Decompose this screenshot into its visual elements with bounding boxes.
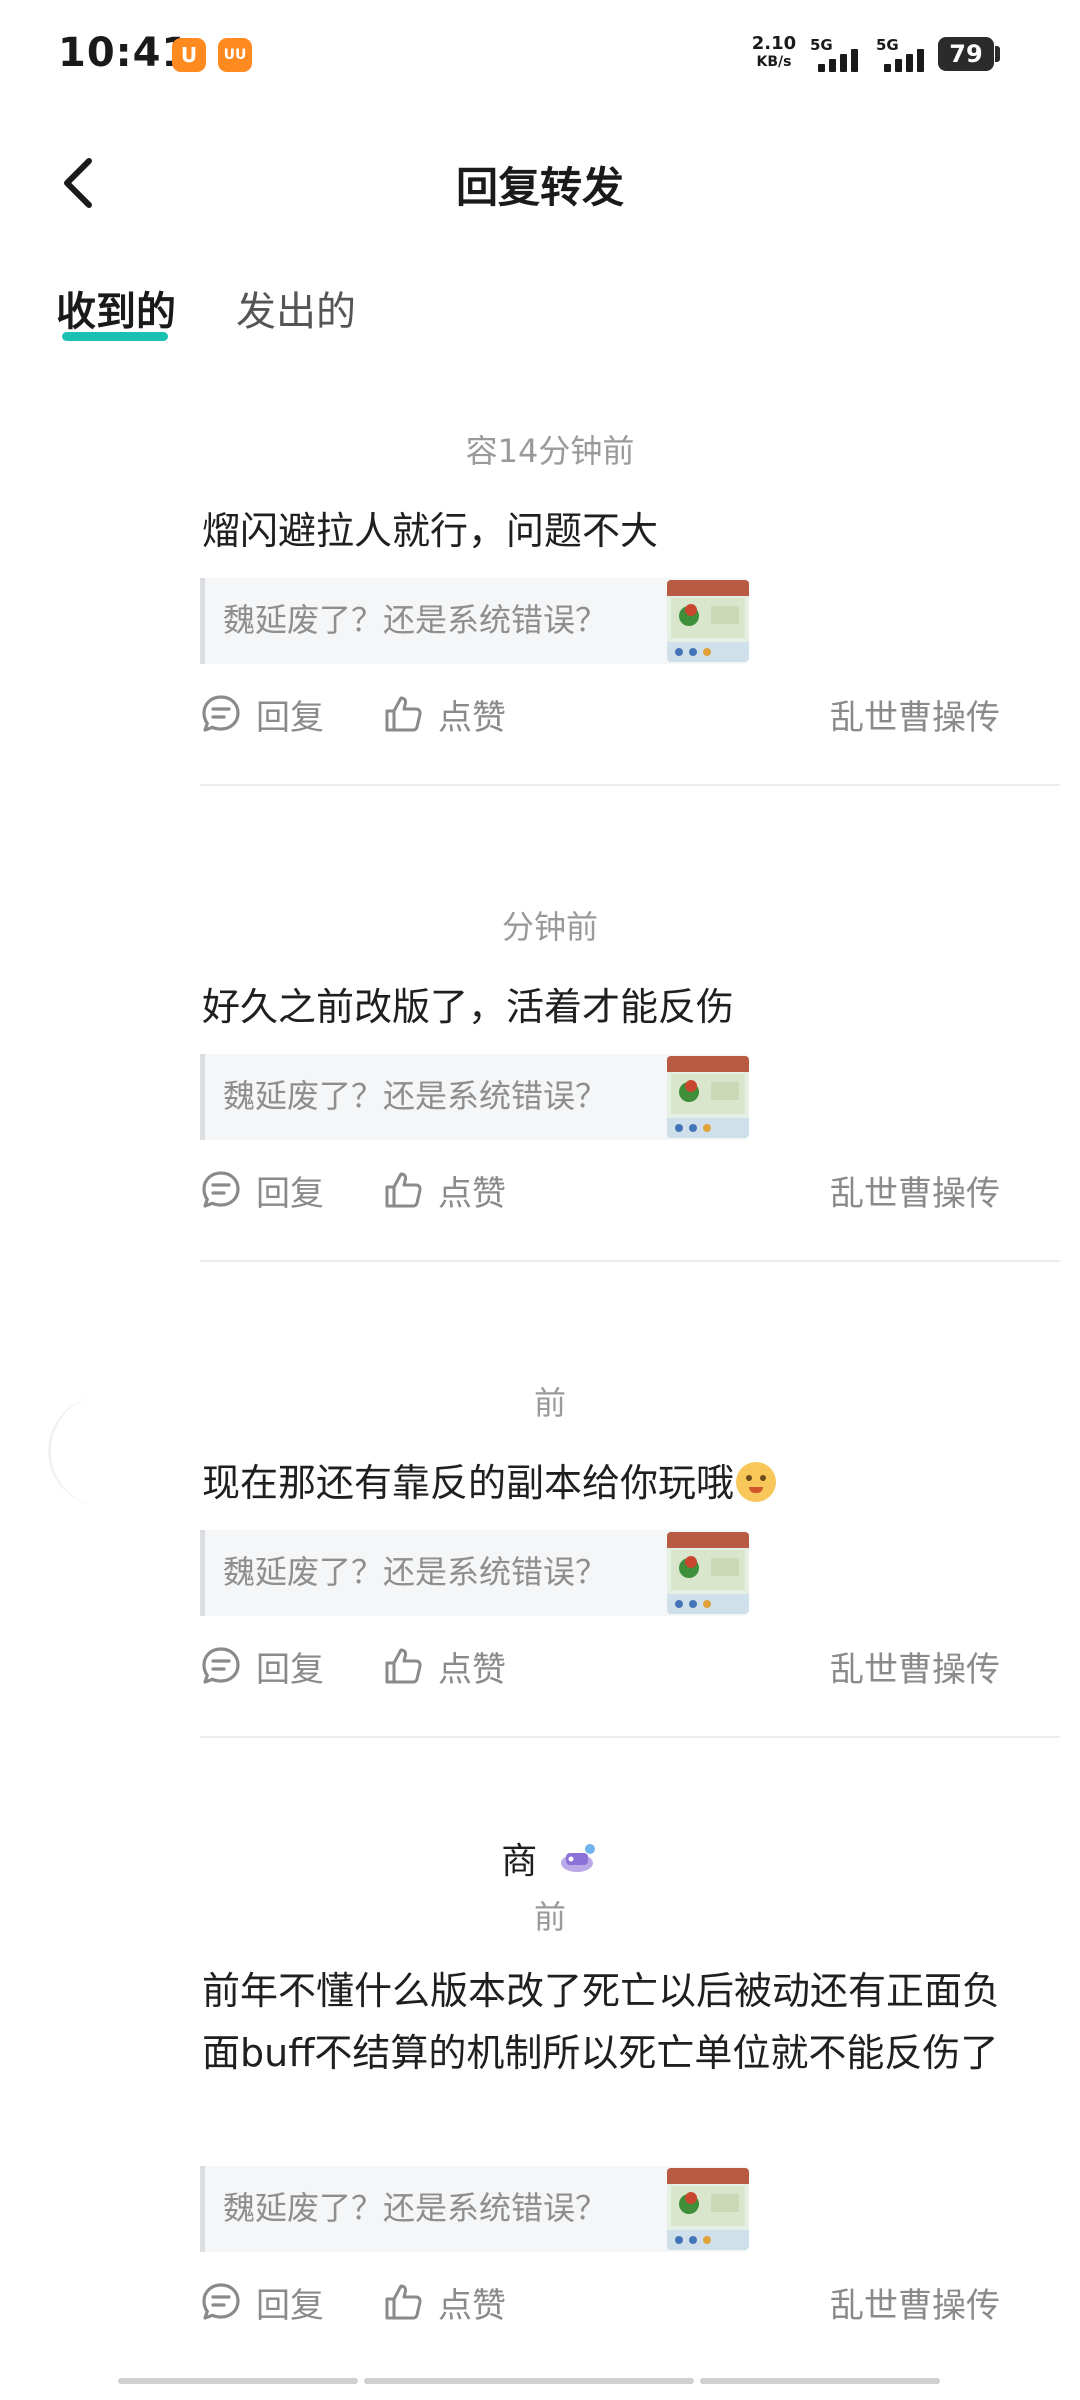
like-button[interactable]: 点赞	[382, 1160, 506, 1220]
quoted-post-title: 魏延废了？还是系统错误？	[223, 1553, 608, 1591]
battery-tip	[995, 46, 1000, 62]
page-title: 回复转发	[455, 163, 624, 212]
comment-icon	[202, 1647, 240, 1684]
reply-label: 回复	[256, 1649, 324, 1690]
tab-received[interactable]: 收到的	[56, 286, 176, 338]
reply-button[interactable]: 回复	[200, 684, 324, 744]
game-tag-link[interactable]: 乱世曹操传	[830, 2272, 1000, 2332]
avatar[interactable]	[48, 1396, 191, 1506]
reply-comment: 熘闪避拉人就行，问题不大	[202, 509, 659, 553]
quoted-post[interactable]: 魏延废了？还是系统错误？	[200, 578, 749, 664]
quoted-post[interactable]: 魏延废了？还是系统错误？	[200, 1530, 749, 1616]
like-label: 点赞	[438, 697, 506, 738]
like-button[interactable]: 点赞	[382, 1636, 506, 1696]
reply-card[interactable]: 容14分钟前 熘闪避拉人就行，问题不大 魏延废了？还是系统错误？ 回复 点赞 乱…	[0, 400, 1080, 790]
comment-icon	[202, 1171, 240, 1208]
reply-label: 回复	[256, 697, 324, 738]
game-tag-link[interactable]: 乱世曹操传	[830, 684, 1000, 744]
card-divider	[200, 1736, 1060, 1738]
like-label: 点赞	[438, 1173, 506, 1214]
thumbs-up-icon	[385, 696, 422, 732]
reply-author-name: 商	[501, 1841, 538, 1882]
reply-actions: 回复 点赞 乱世曹操传	[200, 2272, 1020, 2332]
quoted-post-title: 魏延废了？还是系统错误？	[223, 2189, 608, 2227]
thumbs-up-icon	[385, 1648, 422, 1684]
screen: 10:41 U UU 2.10 KB/s 5G 5G 79 回复转发 收到的 发…	[0, 0, 1080, 2400]
reply-comment: 好久之前改版了，活着才能反伤	[202, 985, 735, 1029]
like-label: 点赞	[438, 2285, 506, 2326]
post-thumbnail	[667, 1532, 749, 1614]
reply-meta: 前	[533, 1898, 566, 1936]
reply-label: 回复	[256, 2285, 324, 2326]
reply-card[interactable]: 商 前 前年不懂什么版本改了死亡以后被动还有正面负面buff不结算的机制所以死亡…	[0, 1810, 1080, 2380]
game-tag-link[interactable]: 乱世曹操传	[830, 1636, 1000, 1696]
comment-icon	[202, 2283, 240, 2320]
reply-button[interactable]: 回复	[200, 1636, 324, 1696]
reply-actions: 回复 点赞 乱世曹操传	[200, 1160, 1020, 1220]
reply-card[interactable]: 分钟前 好久之前改版了，活着才能反伤 魏延废了？还是系统错误？ 回复 点赞 乱世…	[0, 876, 1080, 1266]
like-button[interactable]: 点赞	[382, 684, 506, 744]
network-speed-value: 2.10	[751, 33, 797, 54]
reply-comment: 前年不懂什么版本改了死亡以后被动还有正面负面buff不结算的机制所以死亡单位就不…	[202, 1969, 1001, 2075]
post-thumbnail	[667, 1056, 749, 1138]
post-thumbnail	[667, 2168, 749, 2250]
reply-button[interactable]: 回复	[200, 2272, 324, 2332]
comment-icon	[202, 695, 240, 732]
thumbs-up-icon	[385, 1172, 422, 1208]
card-divider	[200, 784, 1060, 786]
quoted-post[interactable]: 魏延废了？还是系统错误？	[200, 1054, 749, 1140]
reply-comment-text: 现在那还有靠反的副本给你玩哦	[202, 1461, 735, 1505]
reply-meta: 前	[533, 1384, 566, 1422]
app-notification-icon: U	[172, 38, 206, 72]
signal-2-label: 5G	[876, 36, 899, 54]
signal-1-label: 5G	[810, 36, 833, 54]
like-button[interactable]: 点赞	[382, 2272, 506, 2332]
quoted-post-title: 魏延废了？还是系统错误？	[223, 1077, 608, 1115]
reply-actions: 回复 点赞 乱世曹操传	[200, 1636, 1020, 1696]
reply-label: 回复	[256, 1173, 324, 1214]
scroll-indicator	[118, 2378, 940, 2386]
tab-sent[interactable]: 发出的	[236, 286, 356, 338]
app-notification-icon-2: UU	[218, 38, 252, 72]
like-label: 点赞	[438, 1649, 506, 1690]
reply-actions: 回复 点赞 乱世曹操传	[200, 684, 1020, 744]
game-tag-link[interactable]: 乱世曹操传	[830, 1160, 1000, 1220]
badge-icon	[560, 1844, 595, 1872]
status-time: 10:41	[58, 30, 191, 76]
reply-card[interactable]: 前 现在那还有靠反的副本给你玩哦 魏延废了？还是系统错误？ 回复 点赞 乱世曹操…	[0, 1352, 1080, 1742]
signal-icon-2: 5G	[876, 36, 932, 76]
quoted-post[interactable]: 魏延废了？还是系统错误？	[200, 2166, 749, 2252]
grin-emoji-icon	[736, 1462, 777, 1502]
reply-meta: 分钟前	[501, 908, 598, 946]
status-bar: 10:41 U UU 2.10 KB/s 5G 5G 79	[0, 0, 1080, 110]
reply-button[interactable]: 回复	[200, 1160, 324, 1220]
reply-author: 商	[200, 1832, 900, 1884]
card-divider	[200, 1260, 1060, 1262]
network-speed-unit: KB/s	[756, 54, 792, 70]
tab-bar: 收到的 发出的	[0, 280, 1080, 360]
thumbs-up-icon	[385, 2284, 422, 2320]
signal-icon: 5G	[810, 36, 866, 76]
quoted-post-title: 魏延废了？还是系统错误？	[223, 601, 608, 639]
reply-comment: 现在那还有靠反的副本给你玩哦	[202, 1452, 1002, 1514]
network-speed: 2.10 KB/s	[748, 34, 800, 72]
post-thumbnail	[667, 580, 749, 662]
top-app-bar: 回复转发	[0, 130, 1080, 240]
battery-icon: 79	[938, 37, 994, 71]
reply-meta: 容14分钟前	[465, 432, 635, 470]
